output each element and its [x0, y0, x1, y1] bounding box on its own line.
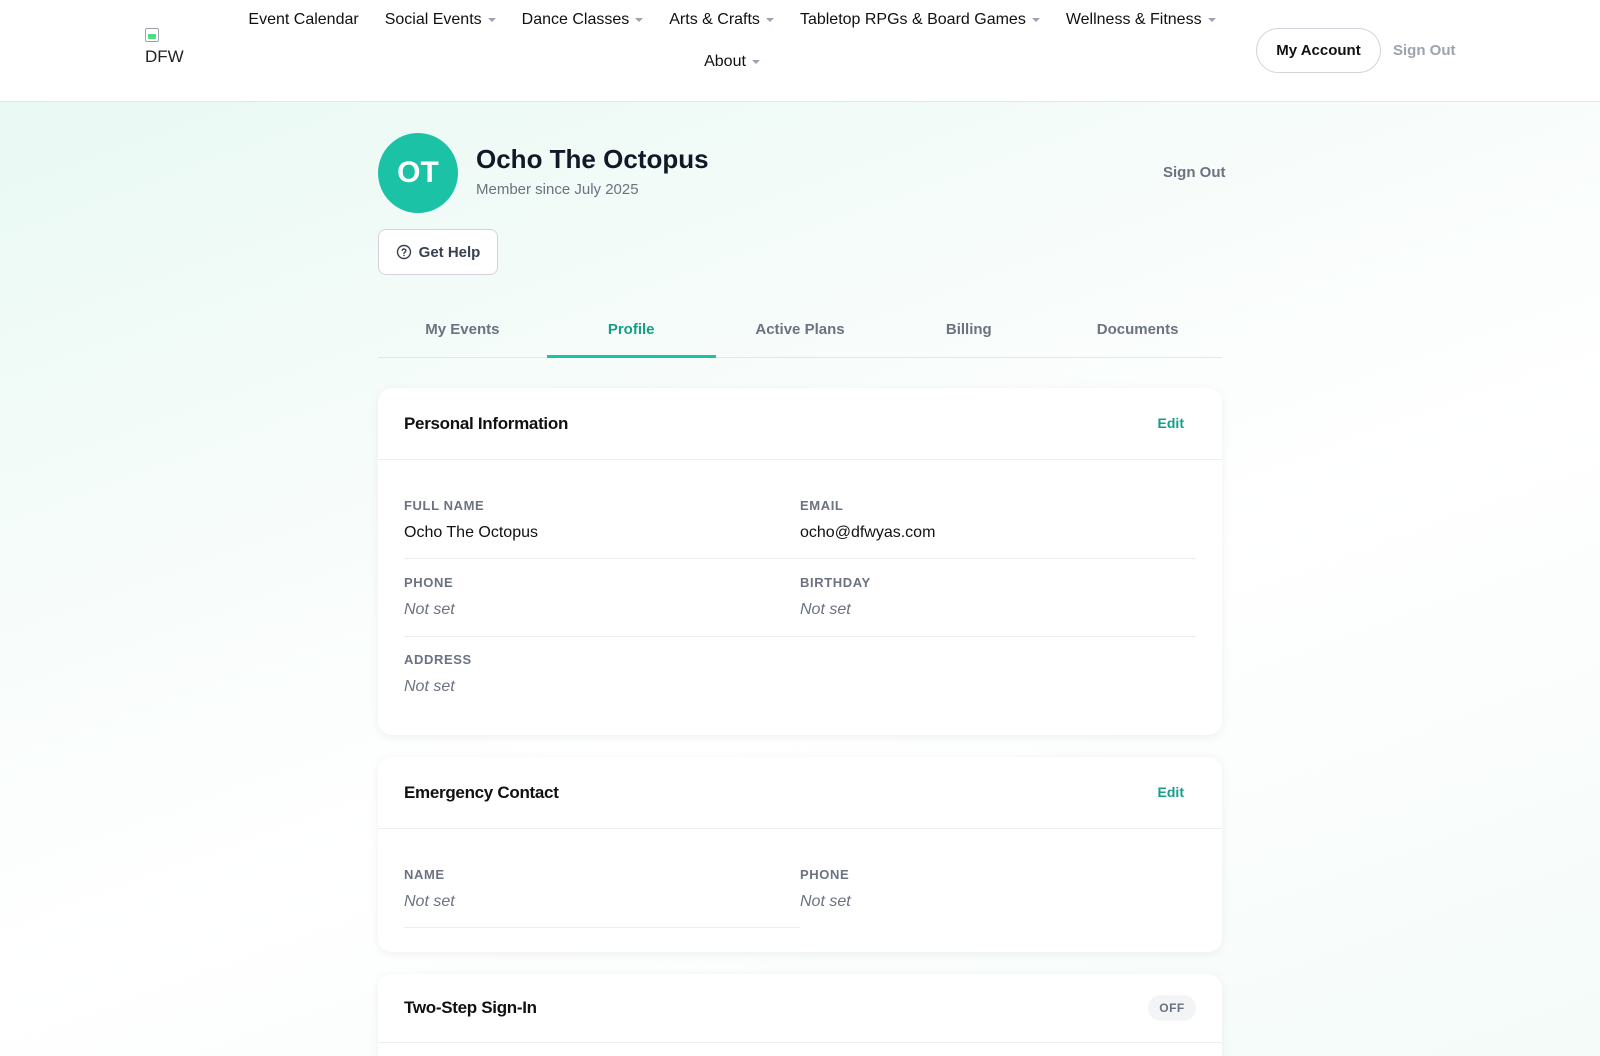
top-navbar: DFW Event Calendar Social Events Dance Cla… [0, 0, 1600, 102]
nav-item-label: Wellness & Fitness [1065, 11, 1202, 28]
field-label: NAME [404, 867, 445, 882]
broken-image-icon [145, 28, 159, 42]
status-badge[interactable]: OFF [1148, 995, 1196, 1021]
nav-item-label: Event Calendar [248, 11, 359, 28]
header-sign-out-link[interactable]: Sign Out [1393, 42, 1456, 59]
emergency-contact-card: Emergency Contact Edit NAME Not set PHON… [378, 757, 1222, 952]
nav-item-about[interactable]: About [691, 52, 773, 72]
nav-item-label: Social Events [384, 11, 482, 28]
address-field: ADDRESS Not set [404, 652, 800, 698]
nav-item-label: Arts & Crafts [669, 11, 760, 28]
card-header: Two-Step Sign-In OFF [378, 974, 1222, 1043]
emergency-name-field: NAME Not set [404, 867, 800, 913]
caret-down-icon [751, 60, 760, 64]
emergency-phone-value: Not set [800, 893, 851, 910]
help-circle-icon [396, 244, 411, 260]
emergency-phone-field: PHONE Not set [800, 867, 1196, 913]
tab-my-events[interactable]: My Events [378, 306, 547, 357]
row-divider [404, 927, 800, 928]
profile-sign-out-link[interactable]: Sign Out [1163, 164, 1226, 181]
logo-alt-text: DFW [145, 47, 184, 66]
field-label: PHONE [800, 867, 850, 882]
card-header: Personal Information Edit [378, 388, 1222, 460]
nav-item-social-events[interactable]: Social Events [372, 10, 509, 30]
two-step-sign-in-card: Two-Step Sign-In OFF [378, 974, 1222, 1056]
field-label: PHONE [404, 575, 454, 590]
personal-information-card: Personal Information Edit FULL NAME Ocho… [378, 388, 1222, 735]
row-divider [404, 558, 1196, 559]
full-name-field: FULL NAME Ocho The Octopus [404, 498, 800, 544]
birthday-value: Not set [800, 601, 851, 618]
avatar: OT [378, 133, 458, 213]
field-label: EMAIL [800, 498, 844, 513]
email-field: EMAIL ocho@dfwyas.com [800, 498, 1196, 544]
nav-item-event-calendar[interactable]: Event Calendar [235, 10, 371, 30]
nav-item-tabletop-rpgs-board-games[interactable]: Tabletop RPGs & Board Games [787, 10, 1053, 30]
caret-down-icon [1031, 18, 1040, 22]
get-help-label: Get Help [418, 243, 481, 261]
site-logo[interactable]: DFW [145, 28, 195, 68]
tab-documents[interactable]: Documents [1053, 306, 1222, 357]
nav-item-dance-classes[interactable]: Dance Classes [509, 10, 657, 30]
phone-value: Not set [404, 601, 455, 618]
nav-item-arts-crafts[interactable]: Arts & Crafts [656, 10, 787, 30]
card-title: Two-Step Sign-In [404, 998, 537, 1017]
phone-field: PHONE Not set [404, 575, 800, 621]
address-value: Not set [404, 678, 455, 695]
caret-down-icon [1207, 18, 1216, 22]
tab-profile[interactable]: Profile [546, 306, 716, 358]
member-since: Member since July 2025 [476, 181, 639, 198]
tab-active-plans[interactable]: Active Plans [716, 306, 885, 357]
tab-billing[interactable]: Billing [884, 306, 1053, 357]
caret-down-icon [635, 18, 644, 22]
edit-emergency-contact-button[interactable]: Edit [1158, 784, 1184, 800]
card-title: Emergency Contact [404, 783, 559, 802]
full-name-value: Ocho The Octopus [404, 524, 538, 541]
caret-down-icon [765, 18, 774, 22]
card-header: Emergency Contact Edit [378, 757, 1222, 829]
card-title: Personal Information [404, 414, 569, 433]
my-account-button[interactable]: My Account [1256, 28, 1381, 73]
birthday-field: BIRTHDAY Not set [800, 575, 1196, 621]
field-label: BIRTHDAY [800, 575, 871, 590]
nav-item-label: Dance Classes [521, 11, 630, 28]
caret-down-icon [487, 18, 496, 22]
email-value: ocho@dfwyas.com [800, 524, 936, 541]
row-divider [404, 636, 1196, 637]
edit-personal-info-button[interactable]: Edit [1158, 415, 1184, 431]
nav-item-label: Tabletop RPGs & Board Games [799, 11, 1026, 28]
main-nav: Event Calendar Social Events Dance Classes… [232, 10, 1232, 72]
profile-name: Ocho The Octopus [476, 144, 709, 174]
emergency-name-value: Not set [404, 893, 455, 910]
field-label: FULL NAME [404, 498, 485, 513]
get-help-button[interactable]: Get Help [378, 229, 498, 275]
account-tabs: My Events Profile Active Plans Billing Docum… [378, 306, 1222, 358]
nav-item-wellness-fitness[interactable]: Wellness & Fitness [1053, 10, 1229, 30]
field-label: ADDRESS [404, 652, 472, 667]
nav-item-label: About [704, 53, 746, 70]
